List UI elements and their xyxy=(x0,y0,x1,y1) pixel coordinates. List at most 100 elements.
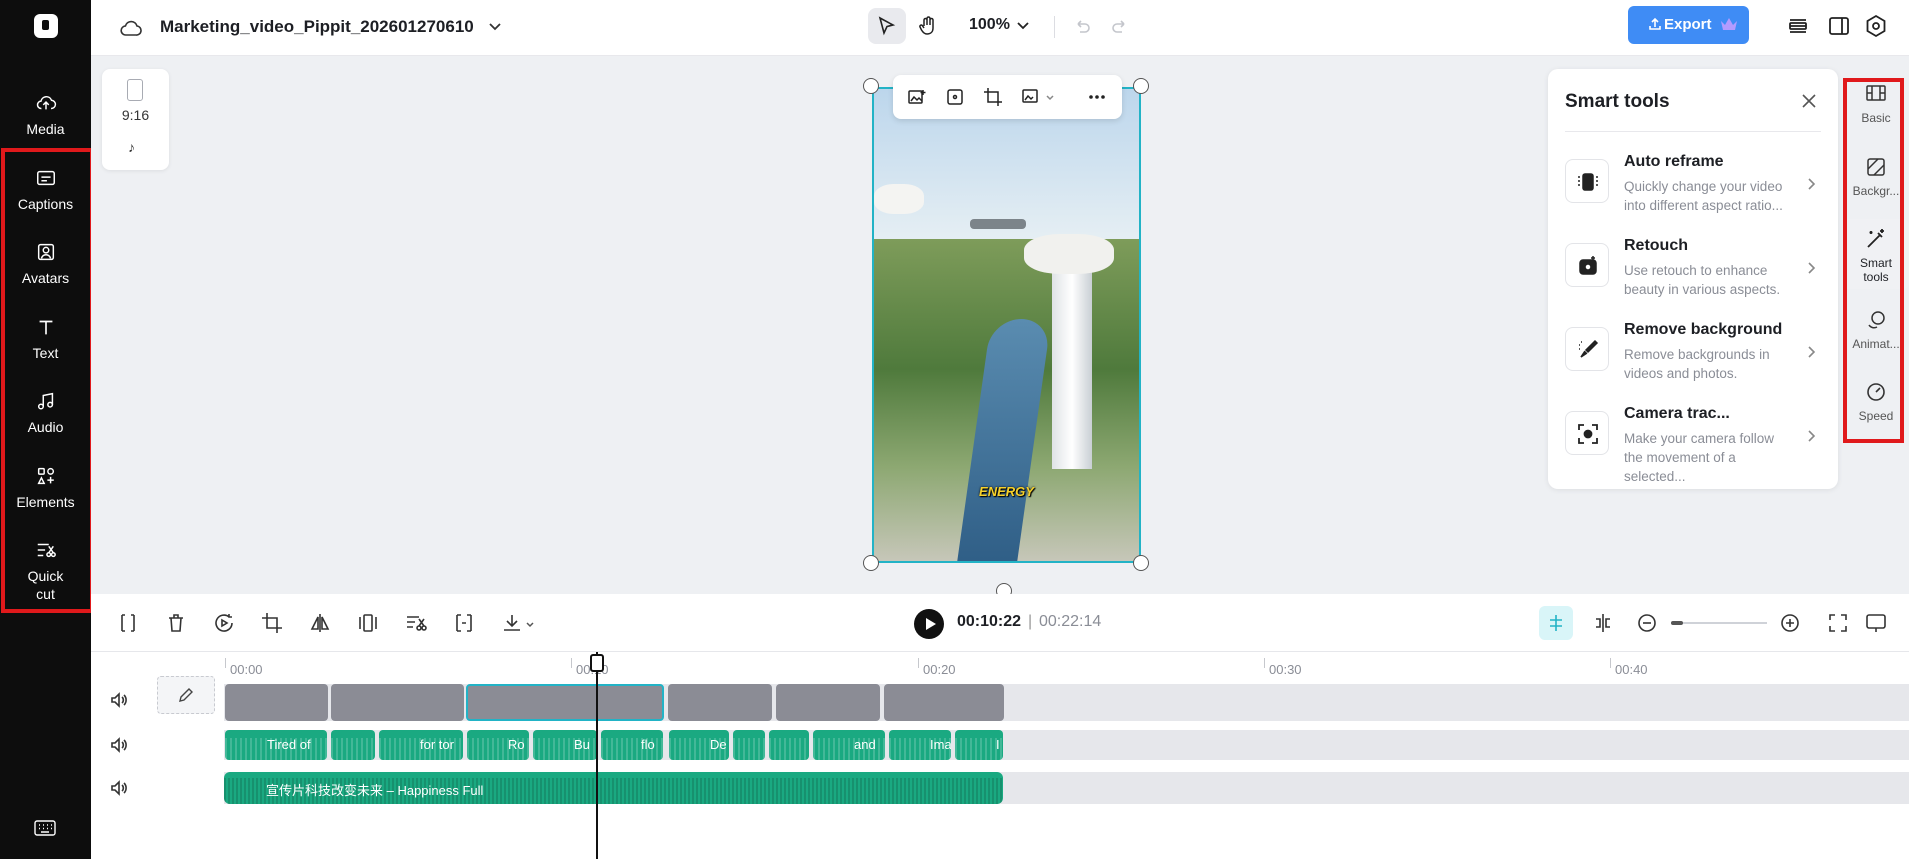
caption-clip[interactable]: Ro xyxy=(467,730,529,760)
video-preview[interactable]: ENERGY xyxy=(872,87,1141,563)
split-screen-icon[interactable] xyxy=(1592,612,1614,634)
resize-handle-top-left[interactable] xyxy=(863,78,879,94)
replay-icon[interactable] xyxy=(213,612,235,634)
video-clip[interactable] xyxy=(776,684,880,721)
resize-handle-bottom-left[interactable] xyxy=(863,555,879,571)
caption-clip[interactable]: for tor xyxy=(379,730,463,760)
audio-clip[interactable]: 宣传片科技改变未来 – Happiness Full xyxy=(224,772,1003,804)
ruler-label: 00:30 xyxy=(1269,662,1302,677)
preview-tower-right xyxy=(1024,234,1114,274)
tool-auto-reframe[interactable]: Auto reframe Quickly change your video i… xyxy=(1565,153,1821,233)
caption-clip-text: Tired of xyxy=(267,737,311,752)
caption-clip[interactable] xyxy=(733,730,765,760)
fullscreen-icon[interactable] xyxy=(1827,612,1849,634)
playhead-line[interactable] xyxy=(596,652,598,859)
cloud-upload-icon xyxy=(36,95,56,110)
edit-cover-button[interactable] xyxy=(157,676,215,714)
tool-remove-background[interactable]: Remove background Remove backgrounds in … xyxy=(1565,321,1821,401)
video-clip[interactable] xyxy=(884,684,1004,721)
video-clip[interactable] xyxy=(331,684,464,721)
nav-audio[interactable]: Audio xyxy=(0,390,91,436)
cursor-icon xyxy=(878,16,896,36)
video-clip[interactable] xyxy=(668,684,772,721)
crop-icon[interactable] xyxy=(261,612,283,634)
split-icon[interactable] xyxy=(117,612,139,634)
caption-clip[interactable]: Ima xyxy=(889,730,951,760)
video-volume-icon[interactable] xyxy=(109,690,129,710)
prop-speed-label: Speed xyxy=(1858,409,1894,423)
timeline-zoom-thumb[interactable] xyxy=(1671,621,1683,625)
chevron-down-icon[interactable] xyxy=(487,18,503,34)
auto-snap-button[interactable] xyxy=(1539,606,1573,640)
nav-text[interactable]: Text xyxy=(0,316,91,362)
replace-image-icon[interactable] xyxy=(907,87,927,107)
keyboard-icon[interactable] xyxy=(34,820,56,836)
tool-camera-tracking[interactable]: Camera trac... Make your camera follow t… xyxy=(1565,405,1821,485)
redo-icon[interactable] xyxy=(1110,16,1130,36)
prop-smart-tools[interactable]: Smart tools xyxy=(1843,219,1909,289)
focus-frame-icon[interactable] xyxy=(945,87,965,107)
preview-caption: ENERGY xyxy=(979,484,1034,499)
crop-icon[interactable] xyxy=(983,87,1003,107)
panel-layout-icon[interactable] xyxy=(1827,14,1851,38)
nav-media[interactable]: Media xyxy=(0,92,91,138)
caption-clip[interactable]: De xyxy=(669,730,729,760)
zoom-level[interactable]: 100% xyxy=(969,16,1010,34)
play-button[interactable] xyxy=(914,609,944,639)
nav-elements[interactable]: Elements xyxy=(0,465,91,511)
cloud-sync-icon[interactable] xyxy=(119,16,143,40)
hand-tool-button[interactable] xyxy=(909,8,947,44)
trim-icon[interactable] xyxy=(453,612,475,634)
export-label: Export xyxy=(1664,16,1712,33)
more-icon[interactable] xyxy=(1087,87,1107,107)
caption-clip[interactable] xyxy=(331,730,375,760)
close-icon[interactable] xyxy=(1801,93,1817,109)
top-bar: Marketing_video_Pippit_202601270610 100%… xyxy=(91,0,1909,56)
export-button[interactable]: Export xyxy=(1628,6,1749,44)
zoom-chevron-down-icon[interactable] xyxy=(1016,18,1030,32)
image-adjust-icon[interactable] xyxy=(1021,87,1041,107)
nav-quick-cut[interactable]: Quick cut xyxy=(0,539,91,603)
audio-volume-icon[interactable] xyxy=(109,778,129,798)
comment-icon[interactable] xyxy=(1865,612,1887,634)
chevron-down-icon[interactable] xyxy=(1045,93,1055,103)
delete-icon[interactable] xyxy=(165,612,187,634)
retouch-icon xyxy=(1579,256,1597,275)
resize-handle-top-right[interactable] xyxy=(1133,78,1149,94)
select-tool-button[interactable] xyxy=(868,8,906,44)
freeze-frame-icon[interactable] xyxy=(357,612,379,634)
zoom-out-icon[interactable] xyxy=(1636,612,1658,634)
project-title[interactable]: Marketing_video_Pippit_202601270610 xyxy=(160,17,474,37)
caption-clip[interactable]: flo xyxy=(601,730,663,760)
prop-animation[interactable]: Animat... xyxy=(1843,309,1909,351)
prop-basic[interactable]: Basic xyxy=(1843,83,1909,125)
video-clip-selected[interactable] xyxy=(466,684,664,721)
nav-avatars[interactable]: Avatars xyxy=(0,241,91,287)
aspect-ratio-card[interactable]: 9:16 ♪ xyxy=(102,69,169,170)
caption-clip[interactable] xyxy=(769,730,809,760)
video-clip[interactable] xyxy=(225,684,328,721)
settings-icon[interactable] xyxy=(1864,14,1888,38)
chevron-right-icon xyxy=(1808,262,1816,274)
undo-icon[interactable] xyxy=(1072,16,1092,36)
caption-clip[interactable]: Tired of xyxy=(225,730,327,760)
tool-retouch[interactable]: Retouch Use retouch to enhance beauty in… xyxy=(1565,237,1821,317)
layers-icon[interactable] xyxy=(1786,14,1810,38)
nav-captions[interactable]: Captions xyxy=(0,167,91,213)
resize-handle-bottom-right[interactable] xyxy=(1133,555,1149,571)
download-icon[interactable] xyxy=(501,612,523,634)
prop-background[interactable]: Backgr... xyxy=(1843,156,1909,198)
app-logo[interactable] xyxy=(34,14,58,38)
prop-speed[interactable]: Speed xyxy=(1843,381,1909,423)
playhead-handle[interactable] xyxy=(590,654,604,672)
zoom-in-icon[interactable] xyxy=(1779,612,1801,634)
caption-clip[interactable]: I xyxy=(955,730,1003,760)
quick-cut-icon[interactable] xyxy=(405,612,427,634)
caption-clip[interactable]: and xyxy=(813,730,885,760)
tool-name: Retouch xyxy=(1624,237,1688,254)
caption-clip[interactable]: Bu xyxy=(533,730,597,760)
timeline-zoom-slider[interactable] xyxy=(1671,622,1767,624)
chevron-down-icon[interactable] xyxy=(525,620,535,630)
caption-volume-icon[interactable] xyxy=(109,735,129,755)
flip-icon[interactable] xyxy=(309,612,331,634)
